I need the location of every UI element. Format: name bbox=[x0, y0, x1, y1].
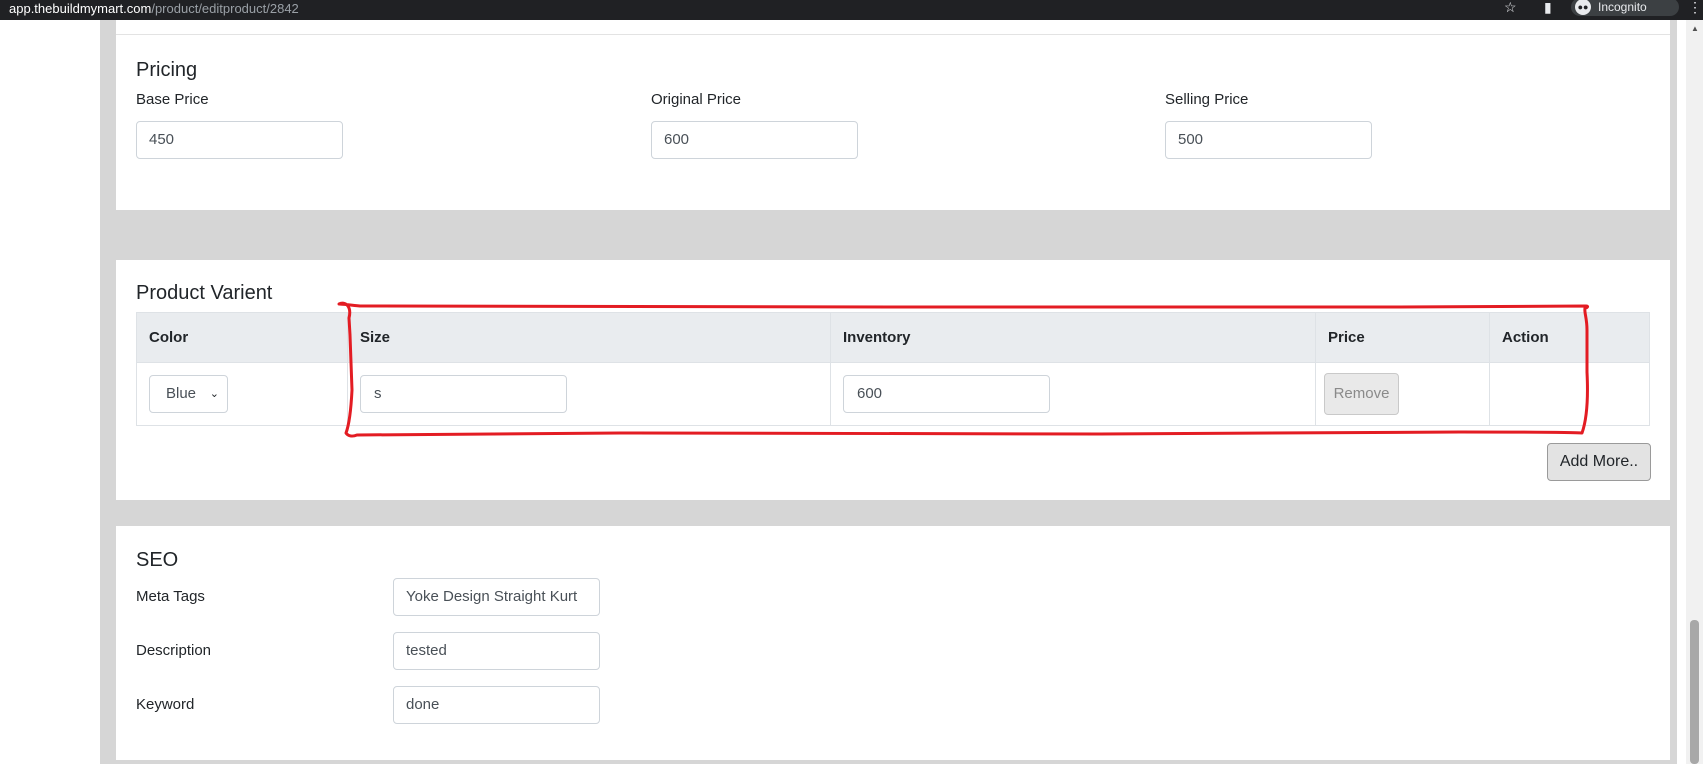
original-price-input[interactable]: 600 bbox=[651, 121, 858, 159]
bookmark-star-icon[interactable]: ☆ bbox=[1504, 0, 1517, 14]
page-scrollbar[interactable]: ▲ bbox=[1686, 20, 1703, 764]
color-select-value: Blue bbox=[166, 385, 197, 402]
column-header-color: Color bbox=[136, 312, 348, 363]
variant-card: Product Varient Color Size Inventory Pri… bbox=[116, 260, 1670, 500]
inventory-input[interactable]: 600 bbox=[843, 375, 1050, 413]
size-cell: s bbox=[347, 362, 831, 426]
scrollbar-thumb[interactable] bbox=[1690, 620, 1699, 764]
url-path: /product/editproduct/2842 bbox=[151, 1, 299, 16]
meta-tags-label: Meta Tags bbox=[136, 588, 205, 605]
price-cell: Remove bbox=[1315, 362, 1490, 426]
incognito-label: Incognito bbox=[1598, 0, 1647, 14]
remove-button[interactable]: Remove bbox=[1324, 373, 1399, 415]
variant-table: Color Size Inventory Price Action Blue ⌄… bbox=[136, 312, 1650, 426]
inventory-cell: 600 bbox=[830, 362, 1316, 426]
description-label: Description bbox=[136, 642, 212, 659]
column-header-action: Action bbox=[1489, 312, 1650, 363]
chevron-down-icon: ⌄ bbox=[209, 388, 219, 400]
color-cell: Blue ⌄ bbox=[136, 362, 348, 426]
action-cell bbox=[1489, 362, 1650, 426]
incognito-icon: ●● bbox=[1575, 0, 1591, 15]
selling-price-input[interactable]: 500 bbox=[1165, 121, 1372, 159]
column-header-price: Price bbox=[1315, 312, 1490, 363]
seo-title: SEO bbox=[136, 549, 179, 571]
scroll-up-icon[interactable]: ▲ bbox=[1691, 24, 1699, 33]
color-select[interactable]: Blue ⌄ bbox=[149, 375, 228, 413]
more-menu-icon[interactable]: ⋮ bbox=[1688, 0, 1702, 14]
side-panel-icon[interactable]: ▮ bbox=[1544, 0, 1552, 14]
table-row: Blue ⌄ s 600 Remove bbox=[136, 362, 1650, 426]
variant-title: Product Varient bbox=[136, 282, 273, 304]
meta-tags-input[interactable]: Yoke Design Straight Kurt bbox=[393, 578, 600, 616]
add-more-button[interactable]: Add More.. bbox=[1547, 443, 1651, 481]
seo-card: SEO Meta Tags Yoke Design Straight Kurt … bbox=[116, 526, 1670, 760]
column-header-size: Size bbox=[347, 312, 831, 363]
keyword-input[interactable]: done bbox=[393, 686, 600, 724]
address-bar[interactable]: app.thebuildmymart.com/product/editprodu… bbox=[9, 2, 299, 15]
pricing-title: Pricing bbox=[136, 59, 198, 81]
column-header-inventory: Inventory bbox=[830, 312, 1316, 363]
browser-toolbar: app.thebuildmymart.com/product/editprodu… bbox=[0, 0, 1703, 20]
size-input[interactable]: s bbox=[360, 375, 567, 413]
original-price-label: Original Price bbox=[651, 91, 742, 108]
keyword-label: Keyword bbox=[136, 696, 195, 713]
base-price-label: Base Price bbox=[136, 91, 209, 108]
table-header-row: Color Size Inventory Price Action bbox=[136, 312, 1650, 363]
pricing-card: Pricing Base Price 450 Original Price 60… bbox=[116, 20, 1670, 210]
selling-price-label: Selling Price bbox=[1165, 91, 1249, 108]
url-host: app.thebuildmymart.com bbox=[9, 1, 152, 16]
base-price-input[interactable]: 450 bbox=[136, 121, 343, 159]
card-divider bbox=[116, 34, 1670, 35]
incognito-badge[interactable]: ●● Incognito bbox=[1571, 0, 1679, 16]
description-input[interactable]: tested bbox=[393, 632, 600, 670]
